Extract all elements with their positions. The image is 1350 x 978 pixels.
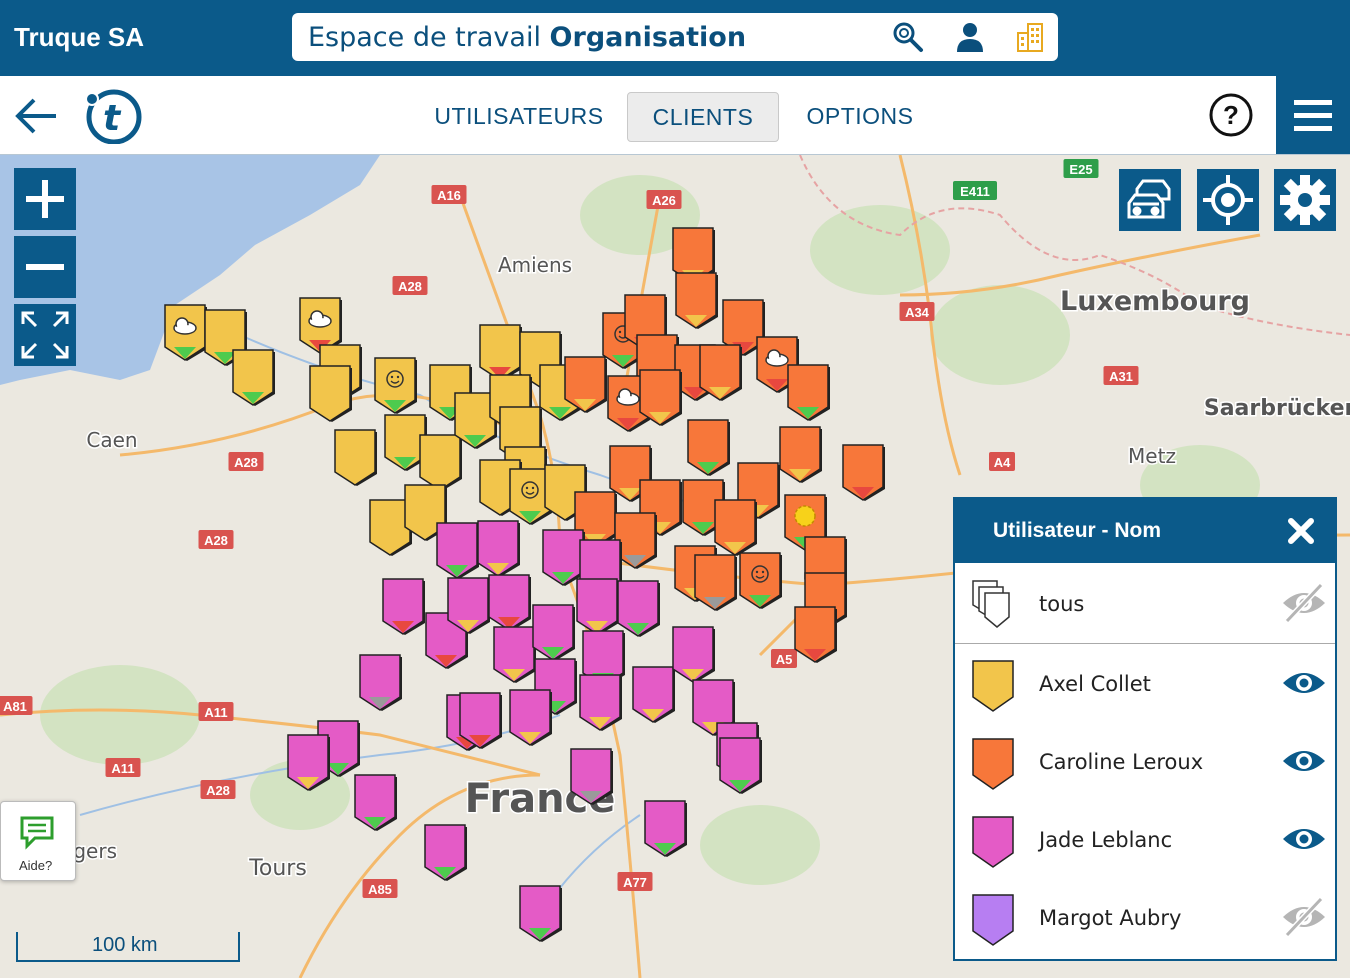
user-color-marker bbox=[972, 816, 1014, 868]
road-label: E411 bbox=[953, 181, 997, 200]
svg-text:A26: A26 bbox=[652, 193, 676, 208]
app-logo: t bbox=[85, 89, 142, 144]
panel-header: Utilisateur - Nom bbox=[955, 499, 1335, 563]
eye-icon[interactable] bbox=[1281, 745, 1327, 777]
plus-icon bbox=[26, 180, 64, 218]
help-widget[interactable]: Aide? bbox=[0, 801, 76, 881]
place-label: Caen bbox=[86, 428, 137, 452]
road-label: A11 bbox=[198, 702, 234, 721]
road-label: A5 bbox=[771, 649, 797, 668]
svg-text:A5: A5 bbox=[776, 652, 793, 667]
road-label: A34 bbox=[899, 302, 935, 321]
road-label: A28 bbox=[200, 780, 236, 799]
user-name: Jade Leblanc bbox=[1039, 828, 1173, 852]
back-arrow-icon[interactable] bbox=[14, 94, 60, 138]
workspace-label: Espace de travail Organisation bbox=[308, 22, 747, 53]
user-icon[interactable] bbox=[954, 21, 986, 53]
svg-text:A28: A28 bbox=[204, 533, 228, 548]
eye-off-icon[interactable] bbox=[1281, 897, 1327, 937]
svg-text:A28: A28 bbox=[234, 455, 258, 470]
svg-text:E25: E25 bbox=[1069, 162, 1092, 177]
nav-bar: t UTILISATEURS CLIENTS OPTIONS ? bbox=[0, 76, 1350, 155]
svg-text:A85: A85 bbox=[368, 882, 392, 897]
gear-icon bbox=[1280, 175, 1330, 225]
road-label: A16 bbox=[431, 185, 467, 204]
place-label: Amiens bbox=[498, 253, 572, 277]
svg-text:A28: A28 bbox=[398, 279, 422, 294]
all-users-icon bbox=[972, 580, 1010, 628]
map-scale: 100 km bbox=[16, 932, 240, 962]
user-row[interactable]: Margot Aubry bbox=[955, 879, 1335, 957]
company-name: Truque SA bbox=[14, 22, 145, 52]
building-icon[interactable] bbox=[1014, 21, 1046, 53]
svg-text:A31: A31 bbox=[1109, 369, 1133, 384]
road-label: A31 bbox=[1103, 366, 1139, 385]
road-label: A4 bbox=[989, 452, 1015, 471]
road-label: A11 bbox=[105, 758, 141, 777]
svg-text:?: ? bbox=[1223, 100, 1239, 130]
svg-text:E411: E411 bbox=[960, 184, 990, 199]
road-label: A77 bbox=[617, 872, 653, 891]
user-color-marker bbox=[972, 660, 1014, 712]
scale-label: 100 km bbox=[92, 934, 158, 956]
road-label: A28 bbox=[198, 530, 234, 549]
user-color-marker bbox=[972, 894, 1014, 946]
road-label: E25 bbox=[1063, 159, 1099, 178]
minus-icon bbox=[26, 264, 64, 270]
eye-icon[interactable] bbox=[1281, 667, 1327, 699]
hamburger-icon bbox=[1294, 100, 1332, 131]
svg-text:A16: A16 bbox=[437, 188, 461, 203]
question-icon[interactable]: ? bbox=[1208, 92, 1254, 138]
user-row[interactable]: Caroline Leroux bbox=[955, 723, 1335, 801]
eye-icon[interactable] bbox=[1281, 823, 1327, 855]
place-label: Tours bbox=[248, 856, 307, 881]
zoom-out-button[interactable] bbox=[14, 236, 76, 298]
place-label: Metz bbox=[1128, 444, 1176, 468]
close-icon[interactable] bbox=[1287, 517, 1315, 545]
user-row[interactable]: Axel Collet bbox=[955, 645, 1335, 723]
fullscreen-button[interactable] bbox=[14, 304, 76, 366]
tab-clients[interactable]: CLIENTS bbox=[627, 92, 779, 142]
search-icon[interactable] bbox=[892, 21, 924, 53]
chat-icon bbox=[20, 816, 54, 850]
user-name: Margot Aubry bbox=[1039, 906, 1182, 930]
zoom-in-button[interactable] bbox=[14, 168, 76, 230]
top-bar: Truque SA Espace de travail Organisation bbox=[0, 0, 1350, 76]
tab-utilisateurs[interactable]: UTILISATEURS bbox=[430, 92, 608, 140]
crosshair-icon bbox=[1203, 175, 1253, 225]
svg-text:A11: A11 bbox=[111, 761, 134, 776]
road-label: A26 bbox=[646, 190, 682, 209]
place-label: Saarbrücken bbox=[1204, 396, 1350, 421]
panel-title: Utilisateur - Nom bbox=[993, 519, 1162, 542]
road-label: A85 bbox=[362, 879, 398, 898]
road-label: A28 bbox=[392, 276, 428, 295]
road-label: A28 bbox=[228, 452, 264, 471]
help-label: Aide? bbox=[19, 858, 53, 873]
user-filter-panel: Utilisateur - Nom tous Axel Collet Carol… bbox=[953, 497, 1337, 961]
svg-text:t: t bbox=[103, 98, 122, 139]
user-name: tous bbox=[1039, 592, 1085, 616]
svg-text:A28: A28 bbox=[206, 783, 230, 798]
svg-text:A34: A34 bbox=[905, 305, 930, 320]
expand-icon bbox=[21, 311, 69, 359]
traffic-button[interactable] bbox=[1119, 169, 1181, 231]
svg-text:A81: A81 bbox=[3, 699, 27, 714]
svg-text:A11: A11 bbox=[204, 705, 227, 720]
svg-text:A4: A4 bbox=[994, 455, 1011, 470]
eye-off-icon[interactable] bbox=[1281, 583, 1327, 623]
menu-button[interactable] bbox=[1276, 76, 1350, 154]
locate-button[interactable] bbox=[1197, 169, 1259, 231]
map-settings-button[interactable] bbox=[1274, 169, 1336, 231]
workspace-selector[interactable]: Espace de travail Organisation bbox=[292, 13, 1058, 61]
user-row[interactable]: tous bbox=[955, 565, 1335, 644]
user-row[interactable]: Jade Leblanc bbox=[955, 801, 1335, 879]
traffic-cars-icon bbox=[1127, 179, 1171, 219]
user-name: Caroline Leroux bbox=[1039, 750, 1204, 774]
svg-text:A77: A77 bbox=[623, 875, 647, 890]
place-label: Luxembourg bbox=[1060, 286, 1250, 317]
user-color-marker bbox=[972, 738, 1014, 790]
tab-options[interactable]: OPTIONS bbox=[796, 92, 924, 140]
road-label: A81 bbox=[0, 696, 33, 715]
user-name: Axel Collet bbox=[1039, 672, 1151, 696]
